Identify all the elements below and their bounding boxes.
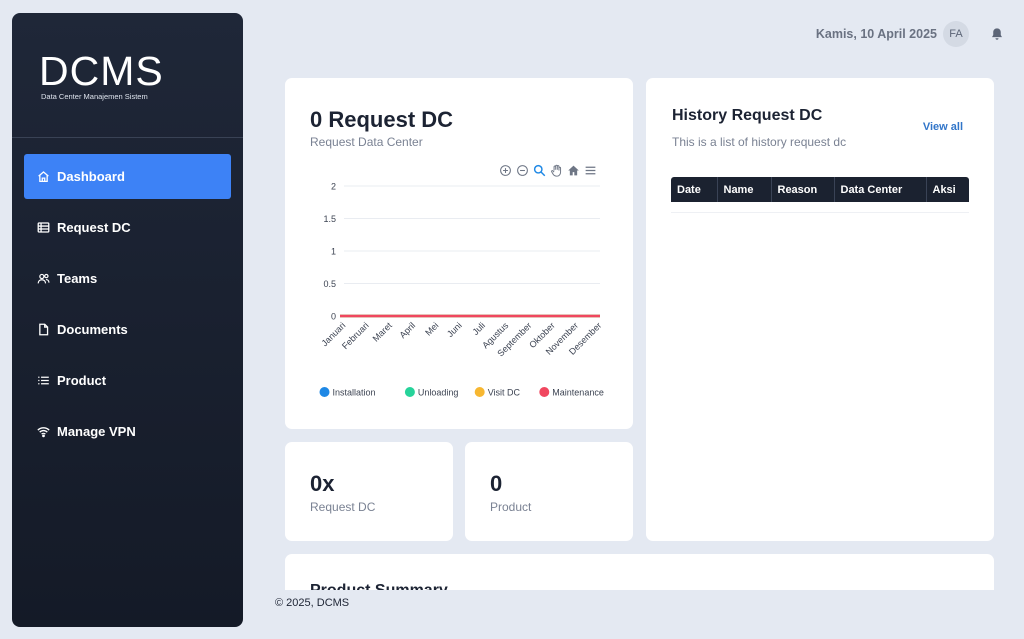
pan-hand-icon[interactable] xyxy=(550,164,563,177)
column-header-data-center[interactable]: Data Center xyxy=(834,177,927,202)
sidebar-nav: Dashboard Request DC Teams Documents Pro… xyxy=(12,138,243,454)
legend-label[interactable]: Unloading xyxy=(418,388,459,398)
list-icon xyxy=(37,374,50,387)
legend-marker[interactable] xyxy=(404,387,415,397)
sidebar-item-documents[interactable]: Documents xyxy=(24,307,231,352)
history-subtitle: This is a list of history request dc xyxy=(672,135,847,149)
column-header-aksi[interactable]: Aksi xyxy=(926,177,969,202)
sidebar-item-label: Teams xyxy=(57,271,98,286)
product-summary-card: Product Summary xyxy=(285,554,994,590)
stat-value: 0 xyxy=(490,471,503,496)
server-icon xyxy=(37,221,50,234)
legend-label[interactable]: Installation xyxy=(333,388,376,398)
chart-legend: Installation Unloading Visit DC Maintenance xyxy=(319,387,604,398)
sidebar-item-teams[interactable]: Teams xyxy=(24,256,231,301)
sidebar-item-label: Documents xyxy=(57,322,128,337)
brand-subtitle: Data Center Manajemen Sistem xyxy=(41,92,148,101)
column-header-reason[interactable]: Reason xyxy=(771,177,835,202)
current-date: Kamis, 10 April 2025 xyxy=(815,26,937,41)
x-tick-label: Juli xyxy=(470,320,487,337)
legend-label[interactable]: Maintenance xyxy=(552,388,604,398)
brand-logo: DCMS xyxy=(39,48,164,94)
sidebar-item-product[interactable]: Product xyxy=(24,358,231,403)
home-icon xyxy=(37,170,50,183)
zoom-select-icon[interactable] xyxy=(533,164,546,177)
request-chart-card: 0 Request DC Request Data Center 0 0.5 1 1.… xyxy=(285,78,633,429)
sidebar: DCMS Data Center Manajemen Sistem Dashbo… xyxy=(12,13,243,627)
wifi-icon xyxy=(37,425,50,438)
stat-card-product: 0 Product xyxy=(465,442,633,541)
chart-toolbar xyxy=(499,164,597,177)
table-header-row: Date Name Reason Data Center Aksi xyxy=(671,177,969,202)
y-tick-label: 0 xyxy=(331,312,336,322)
users-icon xyxy=(37,272,50,285)
avatar[interactable]: FA xyxy=(943,20,969,47)
column-header-name[interactable]: Name xyxy=(717,177,772,202)
y-tick-label: 2 xyxy=(331,182,336,192)
legend-marker[interactable] xyxy=(539,387,550,397)
top-header: Kamis, 10 April 2025 FA xyxy=(816,20,1004,47)
y-axis: 0 0.5 1 1.5 2 xyxy=(323,182,336,322)
x-tick-label: Mei xyxy=(423,320,440,337)
history-card: History Request DC This is a list of his… xyxy=(646,78,994,541)
history-title: History Request DC xyxy=(672,107,823,124)
product-summary-title: Product Summary xyxy=(310,582,448,590)
x-axis: JanuariFebruari Maret April Mei Juni JuliAgus… xyxy=(319,320,603,359)
view-all-link[interactable]: View all xyxy=(923,121,963,133)
brand: DCMS Data Center Manajemen Sistem xyxy=(12,13,243,138)
table-divider xyxy=(671,212,969,213)
stat-value: 0x xyxy=(310,471,335,496)
x-tick-label: Maret xyxy=(371,320,395,344)
sidebar-item-dashboard[interactable]: Dashboard xyxy=(24,154,231,199)
x-tick-label: April xyxy=(397,320,417,340)
chart-grid xyxy=(344,185,600,317)
footer-copyright: © 2025, DCMS xyxy=(275,597,350,609)
reset-home-icon[interactable] xyxy=(567,164,580,177)
legend-marker[interactable] xyxy=(319,387,330,397)
column-header-date[interactable]: Date xyxy=(671,177,718,202)
legend-label[interactable]: Visit DC xyxy=(488,388,521,398)
x-tick-label: Juni xyxy=(445,320,464,339)
sidebar-item-request-dc[interactable]: Request DC xyxy=(24,205,231,250)
sidebar-item-manage-vpn[interactable]: Manage VPN xyxy=(24,409,231,454)
history-table: Date Name Reason Data Center Aksi xyxy=(671,177,969,202)
menu-icon[interactable] xyxy=(584,164,597,177)
line-chart: 00.511.52 JanuariFebruari Maret April Mei Ju… xyxy=(319,182,604,398)
stat-card-request-dc: 0x Request DC xyxy=(285,442,453,541)
stat-label: Request DC xyxy=(310,500,376,514)
bell-icon[interactable] xyxy=(990,27,1004,41)
stat-label: Product xyxy=(490,500,532,514)
sidebar-item-label: Request DC xyxy=(57,220,131,235)
y-tick-label: 1 xyxy=(331,247,336,257)
y-tick-label: 1.5 xyxy=(323,214,336,224)
zoom-in-icon[interactable] xyxy=(499,164,512,177)
y-tick-label: 0.5 xyxy=(323,279,336,289)
sidebar-item-label: Dashboard xyxy=(57,169,125,184)
zoom-out-icon[interactable] xyxy=(516,164,529,177)
sidebar-item-label: Product xyxy=(57,373,107,388)
legend-marker[interactable] xyxy=(474,387,485,397)
sidebar-item-label: Manage VPN xyxy=(57,424,136,439)
file-icon xyxy=(37,323,50,336)
